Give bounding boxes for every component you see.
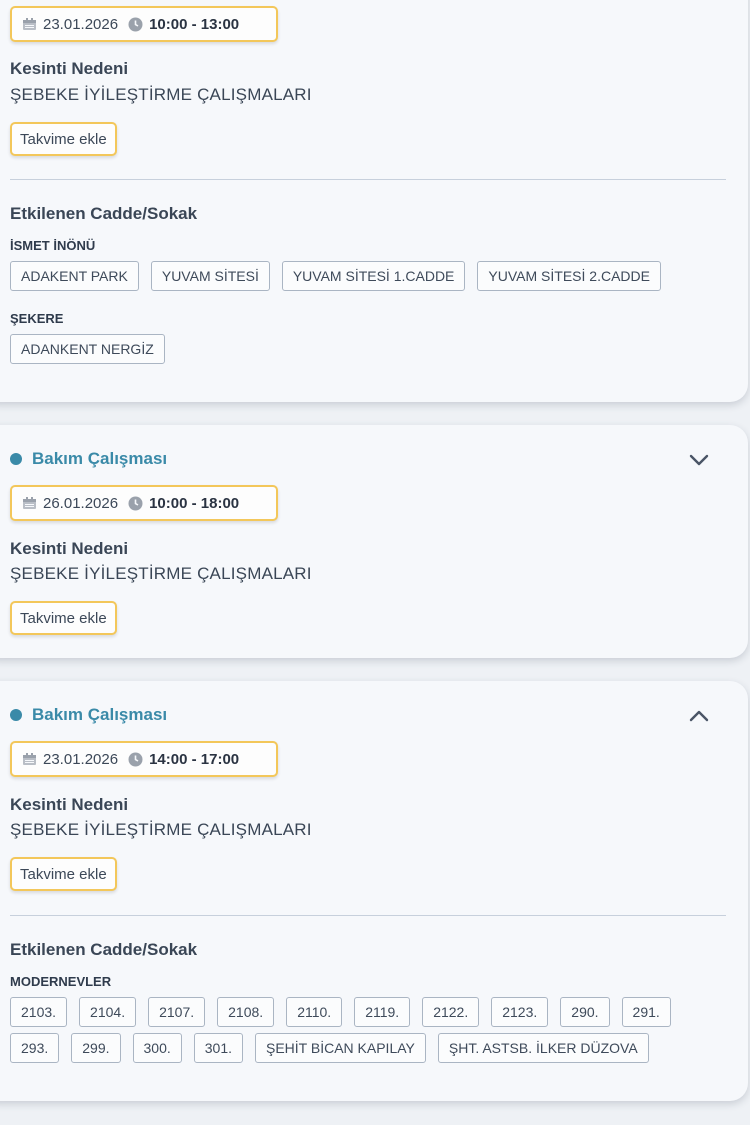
street-chip: 2107. <box>148 997 206 1027</box>
neighborhood-label: İSMET İNÖNÜ <box>10 238 96 253</box>
street-chip: 2110. <box>286 997 343 1027</box>
street-chip: ADANKENT NERGİZ <box>10 334 165 364</box>
street-chip: YUVAM SİTESİ 2.CADDE <box>477 261 661 291</box>
street-chip: 290. <box>560 997 610 1027</box>
status-dot-icon <box>10 453 22 465</box>
affected-streets-title: Etkilenen Cadde/Sokak <box>10 204 198 223</box>
neighborhood-label: ŞEKERE <box>10 311 64 326</box>
street-chip: 300. <box>132 1033 182 1063</box>
reason-text: ŞEBEKE İYİLEŞTİRME ÇALIŞMALARI <box>10 564 312 583</box>
street-chip: 2123. <box>491 997 549 1027</box>
calendar-icon <box>22 496 37 510</box>
add-to-calendar-button[interactable]: Takvime ekle <box>10 601 117 635</box>
street-chip: 2119. <box>354 997 411 1027</box>
clock-icon <box>128 496 143 511</box>
outage-date: 26.01.2026 <box>43 494 119 512</box>
reason-title: Kesinti Nedeni <box>10 539 129 558</box>
outage-time: 14:00 - 17:00 <box>149 750 240 768</box>
street-chip: 301. <box>193 1033 243 1063</box>
status-dot-icon <box>10 709 22 721</box>
outage-date: 23.01.2026 <box>43 15 119 33</box>
calendar-icon <box>22 752 37 766</box>
street-chip: ADAKENT PARK <box>10 261 139 291</box>
street-chip-row: 293. 299. 300. 301. ŞEHİT BİCAN KAPILAY … <box>10 1033 649 1063</box>
street-chip-row: ADANKENT NERGİZ <box>10 334 165 364</box>
divider <box>10 915 726 916</box>
affected-streets-title: Etkilenen Cadde/Sokak <box>10 940 198 959</box>
add-to-calendar-button[interactable]: Takvime ekle <box>10 857 117 891</box>
outage-card[interactable]: Bakım Çalışması 26.01.2026 10:00 - 18:00… <box>0 425 748 658</box>
street-chip: 2103. <box>10 997 68 1027</box>
outage-type: Bakım Çalışması <box>10 704 167 726</box>
street-chip: 291. <box>621 997 671 1027</box>
outage-card: 23.01.2026 10:00 - 13:00 Kesinti Nedeni … <box>0 0 748 402</box>
reason-title: Kesinti Nedeni <box>10 59 129 78</box>
date-time-box: 23.01.2026 10:00 - 13:00 <box>10 6 278 42</box>
street-chip: ŞHT. ASTSB. İLKER DÜZOVA <box>437 1033 649 1063</box>
chevron-down-icon[interactable] <box>688 449 710 471</box>
clock-icon <box>128 752 143 767</box>
date-time-box: 26.01.2026 10:00 - 18:00 <box>10 485 278 521</box>
outage-date: 23.01.2026 <box>43 750 119 768</box>
outage-card[interactable]: Bakım Çalışması 23.01.2026 14:00 - 17:00… <box>0 681 748 1101</box>
chevron-up-icon[interactable] <box>688 705 710 727</box>
date-time-box: 23.01.2026 14:00 - 17:00 <box>10 741 278 777</box>
street-chip: ŞEHİT BİCAN KAPILAY <box>255 1033 426 1063</box>
add-to-calendar-button[interactable]: Takvime ekle <box>10 122 117 156</box>
calendar-icon <box>22 17 37 31</box>
street-chip: 2108. <box>217 997 275 1027</box>
reason-text: ŞEBEKE İYİLEŞTİRME ÇALIŞMALARI <box>10 820 312 839</box>
street-chip: 2122. <box>422 997 480 1027</box>
reason-title: Kesinti Nedeni <box>10 795 129 814</box>
reason-text: ŞEBEKE İYİLEŞTİRME ÇALIŞMALARI <box>10 85 312 104</box>
street-chip-row: 2103. 2104. 2107. 2108. 2110. 2119. 2122… <box>10 997 671 1027</box>
street-chip: 293. <box>10 1033 60 1063</box>
street-chip: YUVAM SİTESİ <box>150 261 270 291</box>
street-chip: YUVAM SİTESİ 1.CADDE <box>281 261 466 291</box>
neighborhood-label: MODERNEVLER <box>10 974 112 989</box>
divider <box>10 179 726 180</box>
clock-icon <box>128 17 143 32</box>
street-chip-row: ADAKENT PARK YUVAM SİTESİ YUVAM SİTESİ 1… <box>10 261 661 291</box>
outage-type: Bakım Çalışması <box>10 448 167 470</box>
street-chip: 299. <box>71 1033 121 1063</box>
outage-time: 10:00 - 18:00 <box>149 494 240 512</box>
street-chip: 2104. <box>79 997 137 1027</box>
outage-time: 10:00 - 13:00 <box>149 15 240 33</box>
outage-type-label: Bakım Çalışması <box>32 449 168 468</box>
outage-type-label: Bakım Çalışması <box>32 705 168 724</box>
